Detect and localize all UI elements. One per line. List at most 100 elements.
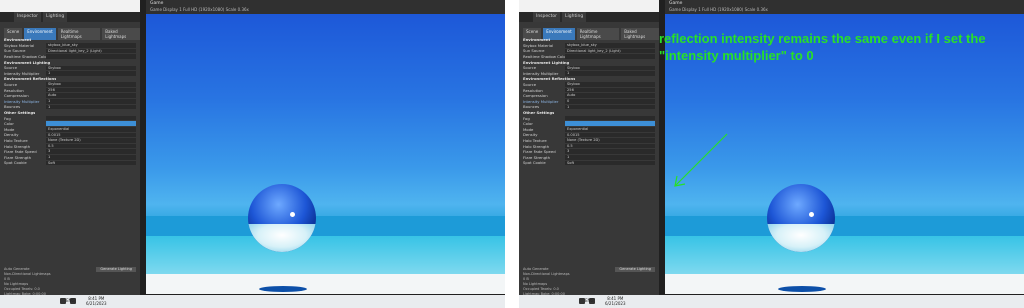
setting-value[interactable]: [46, 115, 136, 121]
setting-label: Halo Strength: [4, 143, 31, 149]
game-toolbar[interactable]: Game Display 1 Full HD (1920x1080) Scale…: [150, 7, 249, 12]
game-tab[interactable]: Game: [150, 1, 163, 6]
game-view-header: Game Game Display 1 Full HD (1920x1080) …: [665, 0, 1024, 14]
setting-value[interactable]: [565, 121, 655, 126]
clock-date: 6/21/2023: [605, 301, 626, 306]
setting-value[interactable]: 1: [565, 104, 655, 110]
setting-row: Mode Exponential: [4, 127, 136, 133]
setting-value[interactable]: [46, 54, 136, 59]
generate-lighting-button[interactable]: Generate Lighting: [96, 267, 136, 272]
setting-label: Halo Texture: [523, 137, 547, 143]
setting-value[interactable]: 1: [565, 155, 655, 160]
tab-inspector[interactable]: Inspector: [14, 12, 41, 22]
game-toolbar[interactable]: Game Display 1 Full HD (1920x1080) Scale…: [669, 7, 768, 12]
sea-band-light: [146, 236, 505, 274]
game-tab[interactable]: Game: [669, 1, 682, 6]
setting-value[interactable]: 1: [46, 104, 136, 110]
setting-row: Bounces 1: [523, 104, 655, 110]
setting-value[interactable]: Directional light_key_2 (Light): [565, 48, 655, 54]
setting-value[interactable]: [565, 54, 655, 59]
setting-label: Compression: [4, 93, 29, 99]
setting-value[interactable]: 0.0015: [565, 132, 655, 138]
setting-value[interactable]: 1: [46, 155, 136, 160]
setting-row: Halo Texture None (Texture 2D): [4, 138, 136, 144]
language-indicator[interactable]: ENG: [66, 298, 75, 303]
setting-label: Intensity Multiplier: [4, 98, 40, 104]
setting-row: Source Skybox: [523, 82, 655, 88]
setting-value[interactable]: [565, 115, 655, 121]
setting-label: Source: [523, 82, 537, 88]
setting-value[interactable]: Auto: [565, 93, 655, 98]
setting-value[interactable]: 1: [565, 71, 655, 76]
generate-lighting-button[interactable]: Generate Lighting: [615, 267, 655, 272]
setting-row: Intensity Multiplier 1: [4, 99, 136, 105]
setting-value[interactable]: Exponential: [46, 127, 136, 132]
annotation-text: reflection intensity remains the same ev…: [659, 31, 986, 63]
game-view-header: Game Game Display 1 Full HD (1920x1080) …: [146, 0, 505, 14]
setting-value[interactable]: 3: [565, 149, 655, 154]
setting-value[interactable]: Skybox: [46, 82, 136, 87]
tab-lighting[interactable]: Lighting: [562, 12, 587, 22]
game-viewport[interactable]: [146, 14, 505, 294]
setting-value[interactable]: Skybox: [46, 65, 136, 71]
setting-label: Flare Strength: [523, 154, 551, 160]
setting-value[interactable]: 0: [565, 99, 655, 104]
setting-value[interactable]: None (Texture 2D): [46, 138, 136, 143]
setting-value[interactable]: 0.5: [565, 143, 655, 149]
setting-label: Resolution: [4, 87, 24, 93]
screenshot-left: Inspector Lighting Scene Environment Rea…: [0, 0, 505, 308]
setting-value[interactable]: None (Texture 2D): [565, 138, 655, 143]
setting-row: Color: [523, 121, 655, 127]
setting-value[interactable]: 1: [46, 99, 136, 104]
setting-value[interactable]: skybox_blue_sky: [565, 43, 655, 48]
setting-value[interactable]: Auto: [46, 93, 136, 98]
setting-value[interactable]: 1: [46, 71, 136, 76]
setting-value[interactable]: Skybox: [565, 82, 655, 87]
setting-label: Compression: [523, 93, 548, 99]
setting-row: Realtime Shadow Color: [523, 54, 655, 60]
setting-row: Bounces 1: [4, 104, 136, 110]
setting-value[interactable]: skybox_blue_sky: [46, 43, 136, 48]
top-strip: [519, 0, 659, 12]
setting-value[interactable]: 256: [46, 87, 136, 93]
clock[interactable]: 8:41 PM 6/21/2023: [86, 296, 107, 306]
sphere-shadow: [259, 286, 307, 292]
top-strip: [0, 0, 140, 12]
setting-label: Other Settings: [4, 110, 36, 116]
setting-value[interactable]: Soft: [565, 160, 655, 166]
setting-value[interactable]: Directional light_key_2 (Light): [46, 48, 136, 54]
setting-label: Sun Source: [523, 48, 545, 54]
setting-row: Source Skybox: [4, 82, 136, 88]
setting-label: Halo Texture: [4, 137, 28, 143]
setting-row: Density 0.0015: [4, 132, 136, 138]
setting-label: Source: [4, 82, 18, 88]
setting-value[interactable]: [46, 121, 136, 126]
setting-value[interactable]: 256: [565, 87, 655, 93]
setting-value[interactable]: Exponential: [565, 127, 655, 132]
setting-value[interactable]: Skybox: [565, 65, 655, 71]
language-indicator[interactable]: ENG: [585, 298, 594, 303]
setting-value[interactable]: 0.5: [46, 143, 136, 149]
setting-row: Halo Strength 0.5: [523, 143, 655, 149]
setting-row: Resolution 256: [523, 87, 655, 93]
setting-row: Fog: [4, 115, 136, 121]
setting-value[interactable]: Soft: [46, 160, 136, 166]
setting-label: Environment: [4, 37, 32, 43]
setting-row: Intensity Multiplier 0: [523, 99, 655, 105]
settings-rows: Environment Skybox Material skybox_blue_sk…: [523, 37, 655, 166]
tab-inspector[interactable]: Inspector: [533, 12, 560, 22]
setting-label: Mode: [523, 126, 534, 132]
setting-value[interactable]: 3: [46, 149, 136, 154]
setting-label: Density: [4, 132, 19, 138]
setting-label: Color: [4, 121, 14, 127]
image-gap: [505, 0, 519, 308]
clock[interactable]: 8:41 PM 6/21/2023: [605, 296, 626, 306]
tab-lighting[interactable]: Lighting: [43, 12, 68, 22]
lightmap-info: Auto Generate Generate Lighting Non-Dire…: [4, 267, 136, 297]
setting-value[interactable]: 0.0015: [46, 132, 136, 138]
setting-row: Spot Cookie Soft: [4, 160, 136, 166]
setting-label: Flare Fade Speed: [523, 149, 556, 155]
lighting-panel: Inspector Lighting Scene Environment Rea…: [0, 12, 140, 297]
setting-label: Source: [523, 65, 537, 71]
setting-row: Spot Cookie Soft: [523, 160, 655, 166]
